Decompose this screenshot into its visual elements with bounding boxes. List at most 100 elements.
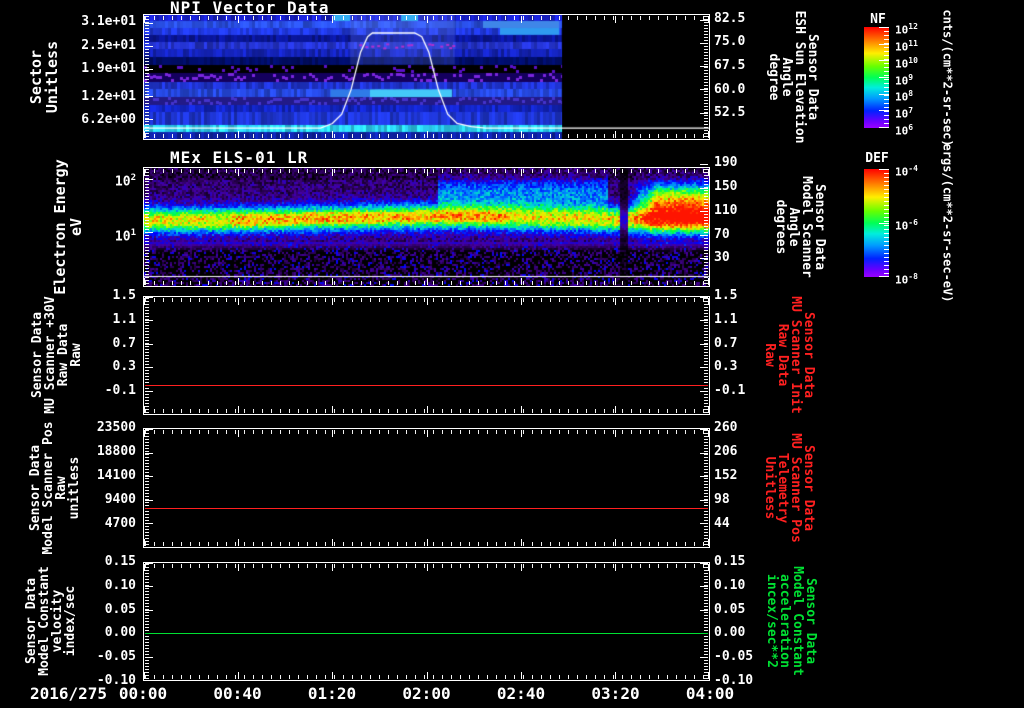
nf-colorbar-title: NF <box>870 12 886 27</box>
colorbar-tick-label: 1011 <box>895 38 918 54</box>
major-tick <box>521 539 522 546</box>
axis-tick-label: 98 <box>714 492 730 507</box>
model-constant-velocity-line <box>145 633 708 634</box>
major-tick <box>700 610 708 611</box>
major-tick <box>144 564 145 571</box>
major-tick <box>145 657 153 658</box>
major-tick <box>700 476 708 477</box>
major-tick <box>700 164 708 165</box>
axis-tick-label: 14100 <box>96 468 136 483</box>
axis-tick-label: 3.1e+01 <box>81 13 136 29</box>
major-tick <box>700 429 708 430</box>
major-tick <box>700 297 708 298</box>
panel-2-right-axis-label: Sensor Data Model Scanner Angle degrees <box>773 176 827 278</box>
axis-tick-label: -0.1 <box>714 383 746 399</box>
major-tick <box>708 278 709 285</box>
major-tick <box>615 564 616 571</box>
major-tick <box>145 523 153 524</box>
time-tick-label: 00:00 <box>118 684 168 703</box>
major-tick <box>708 16 709 23</box>
time-tick-label: 02:40 <box>496 684 546 703</box>
major-tick <box>521 16 522 23</box>
axis-label-line: cnts/(cm**2-sr-sec) <box>940 8 955 147</box>
major-tick <box>708 169 709 176</box>
axis-label-line: eV <box>67 217 85 237</box>
axis-tick-label: 102 <box>114 173 136 190</box>
axis-tick-label: 1.1 <box>714 311 738 327</box>
major-tick <box>238 672 239 679</box>
axis-tick-label: 0.05 <box>714 601 746 617</box>
major-tick <box>700 89 708 90</box>
major-tick <box>700 586 708 587</box>
axis-tick-label: 2.5e+01 <box>81 37 136 53</box>
axis-tick-label: 23500 <box>96 420 136 435</box>
axis-tick-label: 0.7 <box>112 335 136 351</box>
major-tick <box>144 672 145 679</box>
major-tick <box>521 131 522 138</box>
major-tick <box>145 232 153 233</box>
nf-colorbar <box>864 27 889 128</box>
time-tick-label: 03:20 <box>591 684 640 703</box>
major-tick <box>521 169 522 176</box>
major-tick <box>144 298 145 305</box>
axis-label-line: MU Scanner Init <box>788 296 803 414</box>
major-tick <box>708 131 709 138</box>
major-tick <box>238 16 239 23</box>
major-tick <box>708 430 709 437</box>
major-tick <box>427 406 428 413</box>
time-tick-label: 02:00 <box>402 684 451 703</box>
major-tick <box>238 278 239 285</box>
colorbar-tick-label: 1010 <box>895 55 918 71</box>
major-tick <box>427 278 428 285</box>
minor-ticks <box>145 430 149 546</box>
axis-label-line: degree <box>766 53 781 101</box>
major-tick <box>521 298 522 305</box>
panel-3-right-axis-label: Sensor Data MU Scanner Init Raw Data Raw <box>762 296 816 414</box>
axis-label-line: Model Scanner <box>799 176 814 278</box>
colorbar-major-tick <box>879 223 889 224</box>
major-tick <box>145 297 153 298</box>
nf-colorbar-unit-label: cnts/(cm**2-sr-sec) <box>940 8 955 147</box>
axis-label-line: Sensor Data <box>803 577 818 665</box>
major-tick <box>332 539 333 546</box>
axis-tick-label: 1.1 <box>112 311 136 327</box>
axis-tick-label: 260 <box>714 420 738 435</box>
axis-label-line: unitless <box>67 456 82 520</box>
axis-label-line: Raw <box>762 343 777 367</box>
axis-tick-label: 1.2e+01 <box>81 88 136 104</box>
major-tick <box>145 391 153 392</box>
colorbar-major-tick <box>879 77 889 78</box>
major-tick <box>144 406 145 413</box>
mu-scanner-30v-raw-line <box>145 385 708 386</box>
major-tick <box>145 46 153 47</box>
def-colorbar-unit-label: ergs/(cm**2-sr-sec-eV) <box>940 143 955 303</box>
axis-tick-label: 110 <box>714 202 738 218</box>
major-tick <box>700 258 708 259</box>
major-tick <box>427 298 428 305</box>
panel-3-left-axis-label: Sensor Data MU Scanner +30V Raw Data Raw <box>30 296 84 413</box>
minor-ticks <box>145 564 149 679</box>
major-tick <box>700 235 708 236</box>
major-tick <box>332 298 333 305</box>
axis-label-line: Sensor Data <box>801 444 816 532</box>
axis-tick-label: 30 <box>714 250 730 266</box>
major-tick <box>615 278 616 285</box>
major-tick <box>332 430 333 437</box>
axis-tick-label: 150 <box>714 179 738 195</box>
panel-5-right-axis-label: Sensor Data Model Constant acceleration inc… <box>764 566 818 676</box>
panel-2-plot-els <box>143 164 710 287</box>
major-tick <box>427 131 428 138</box>
major-tick <box>700 367 708 368</box>
major-tick <box>332 169 333 176</box>
major-tick <box>145 367 153 368</box>
major-tick <box>238 539 239 546</box>
axis-tick-label: 0.15 <box>104 554 136 569</box>
major-tick <box>521 278 522 285</box>
axis-tick-label: 0.05 <box>104 601 136 617</box>
major-tick <box>145 476 153 477</box>
major-tick <box>521 672 522 679</box>
axis-label-line: ergs/(cm**2-sr-sec-eV) <box>940 143 955 303</box>
axis-label-line: Unitless <box>43 40 61 114</box>
axis-tick-label: -0.05 <box>714 649 754 665</box>
major-tick <box>145 119 153 120</box>
